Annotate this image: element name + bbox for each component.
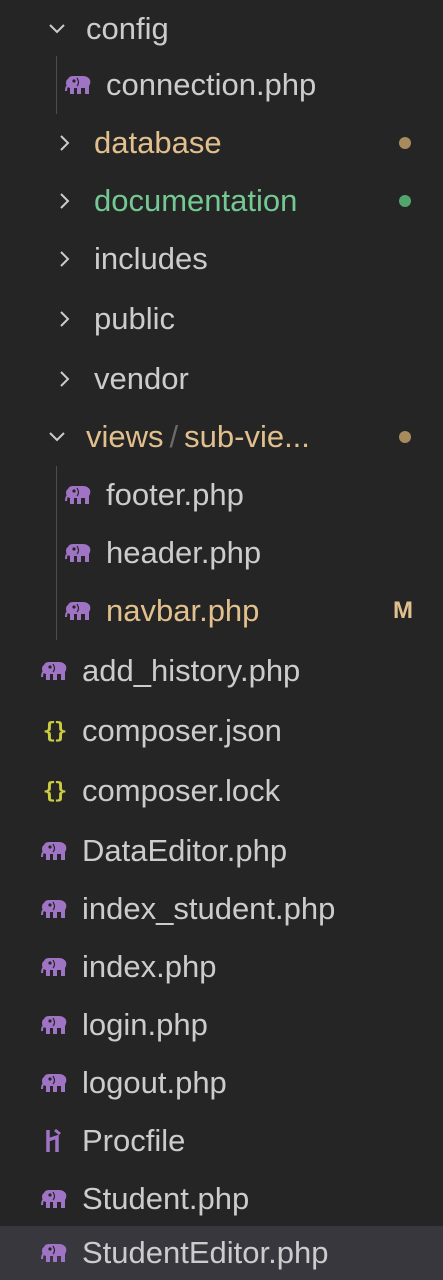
php-elephant-icon [40, 839, 68, 863]
folder-label: documentation [94, 183, 298, 218]
file-label: index_student.php [82, 891, 336, 926]
chevron-right-icon [56, 310, 74, 328]
json-braces-icon: {} [42, 718, 68, 744]
path-separator: / [169, 419, 179, 454]
php-elephant-icon [64, 541, 92, 565]
heroku-procfile-icon [40, 1128, 68, 1153]
folder-label: database [94, 125, 222, 160]
folder-config[interactable]: config [0, 0, 443, 58]
file-label: logout.php [82, 1065, 227, 1100]
chevron-right-icon [56, 370, 74, 388]
php-elephant-icon [40, 1241, 68, 1265]
file-data-editor-php[interactable]: DataEditor.php [0, 822, 443, 880]
file-label: login.php [82, 1007, 208, 1042]
file-label: Procfile [82, 1123, 186, 1158]
file-label: add_history.php [82, 653, 301, 688]
file-add-history-php[interactable]: add_history.php [0, 642, 443, 700]
php-elephant-icon [64, 73, 92, 97]
file-connection-php[interactable]: connection.php [0, 56, 443, 114]
chevron-right-icon [56, 250, 74, 268]
chevron-down-icon [48, 428, 66, 446]
file-explorer-tree: config connection.php database documenta… [0, 0, 443, 1280]
file-index-php[interactable]: index.php [0, 938, 443, 996]
folder-public[interactable]: public [0, 290, 443, 348]
file-label: navbar.php [106, 593, 260, 628]
file-student-php[interactable]: Student.php [0, 1170, 443, 1228]
php-elephant-icon [40, 955, 68, 979]
folder-label: public [94, 301, 175, 336]
file-composer-lock[interactable]: {} composer.lock [0, 762, 443, 820]
php-elephant-icon [40, 1071, 68, 1095]
subfolder-label: sub-vie... [184, 419, 310, 454]
folder-database[interactable]: database [0, 114, 443, 172]
php-elephant-icon [40, 659, 68, 683]
file-composer-json[interactable]: {} composer.json [0, 702, 443, 760]
php-elephant-icon [64, 599, 92, 623]
php-elephant-icon [40, 1013, 68, 1037]
chevron-right-icon [56, 192, 74, 210]
php-elephant-icon [40, 897, 68, 921]
file-header-php[interactable]: header.php [0, 524, 443, 582]
file-label: Student.php [82, 1181, 250, 1216]
file-label: DataEditor.php [82, 833, 288, 868]
folder-label: views [86, 419, 164, 454]
file-logout-php[interactable]: logout.php [0, 1054, 443, 1112]
file-label: composer.lock [82, 773, 281, 808]
file-procfile[interactable]: Procfile [0, 1112, 443, 1170]
chevron-right-icon [56, 134, 74, 152]
folder-label: vendor [94, 361, 189, 396]
json-braces-icon: {} [42, 778, 68, 804]
file-label: header.php [106, 535, 262, 570]
file-navbar-php[interactable]: navbar.php M [0, 582, 443, 640]
php-elephant-icon [40, 1187, 68, 1211]
folder-documentation[interactable]: documentation [0, 172, 443, 230]
folder-includes[interactable]: includes [0, 230, 443, 288]
file-student-editor-php[interactable]: StudentEditor.php [0, 1226, 443, 1280]
file-label: index.php [82, 949, 217, 984]
file-label: connection.php [106, 67, 317, 102]
php-elephant-icon [64, 483, 92, 507]
file-footer-php[interactable]: footer.php [0, 466, 443, 524]
folder-views-sub-views[interactable]: views / sub-vie... [0, 408, 443, 466]
modified-dot-icon [399, 431, 411, 443]
untracked-dot-icon [399, 195, 411, 207]
chevron-down-icon [48, 20, 66, 38]
folder-label: includes [94, 241, 208, 276]
git-status-badge: M [393, 597, 413, 624]
file-label: footer.php [106, 477, 244, 512]
file-label: StudentEditor.php [82, 1235, 329, 1270]
modified-dot-icon [399, 137, 411, 149]
folder-vendor[interactable]: vendor [0, 350, 443, 408]
file-label: composer.json [82, 713, 282, 748]
folder-label: config [86, 11, 169, 46]
file-index-student-php[interactable]: index_student.php [0, 880, 443, 938]
file-login-php[interactable]: login.php [0, 996, 443, 1054]
